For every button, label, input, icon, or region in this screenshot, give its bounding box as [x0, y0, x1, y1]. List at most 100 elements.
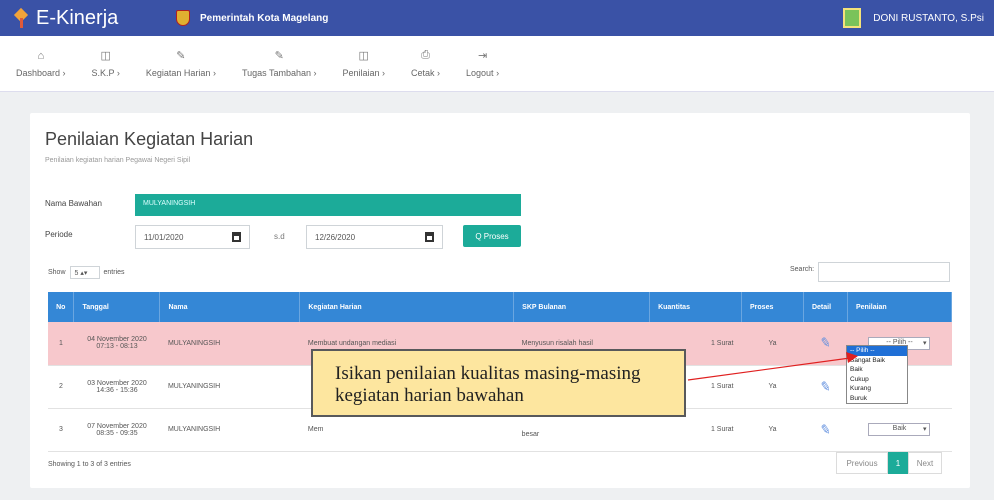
nav-logout[interactable]: ⇥ Logout [466, 36, 499, 91]
previous-button[interactable]: Previous [836, 452, 888, 474]
skp-text: Menyusun risalah hasil [521, 339, 593, 347]
cell-nama: MULYANINGSIH [159, 408, 300, 452]
entries-info: Showing 1 to 3 of 3 entries [48, 461, 131, 468]
cell-proses: Ya [741, 408, 804, 452]
logout-icon: ⇥ [477, 50, 488, 62]
entries-select[interactable]: 5 ▴▾ [69, 266, 100, 279]
calendar-icon[interactable] [232, 232, 241, 242]
nav-label: Tugas Tambahan [242, 68, 317, 78]
next-button[interactable]: Next [908, 452, 942, 474]
nav-penilaian[interactable]: ◫ Penilaian [342, 36, 385, 91]
tanggal-date: 03 November 2020 [87, 379, 147, 387]
user-name: DONI RUSTANTO, S.Psi [873, 12, 984, 24]
bawahan-label: Nama Bawahan [45, 199, 102, 208]
document-icon: ◫ [358, 50, 369, 62]
date-from-input[interactable]: 11/01/2020 [135, 225, 250, 249]
rating-option[interactable]: Cukup [847, 375, 907, 385]
cell-proses: Ya [741, 365, 804, 409]
rating-option[interactable]: -- Pilih -- [847, 346, 907, 356]
nav-cetak[interactable]: ⎙ Cetak [411, 36, 440, 91]
tanggal-time: 08:35 - 09:35 [96, 429, 138, 437]
city-crest-icon [176, 10, 190, 26]
nav-dashboard[interactable]: ⌂ Dashboard [16, 36, 66, 91]
bawahan-select[interactable]: MULYANINGSIH [135, 194, 521, 216]
instruction-callout: Isikan penilaian kualitas masing-masing … [311, 349, 686, 417]
nav-skp[interactable]: ◫ S.K.P [92, 36, 120, 91]
rating-option[interactable]: Buruk [847, 394, 907, 404]
col-header-no[interactable]: No [48, 292, 75, 322]
cell-no: 3 [48, 408, 74, 452]
nav-label: Logout [466, 68, 499, 78]
cell-no: 2 [48, 365, 74, 409]
col-header-penilaian[interactable]: Penilaian [847, 292, 953, 322]
cell-no: 1 [48, 322, 74, 366]
main-nav: ⌂ Dashboard ◫ S.K.P ✎ Kegiatan Harian ✎ … [0, 36, 994, 92]
search-label: Search: [790, 266, 815, 273]
cell-detail: ✎ [803, 408, 848, 452]
tanggal-time: 07:13 - 08:13 [96, 343, 138, 351]
edit-icon: ✎ [176, 50, 186, 62]
cell-proses: Ya [741, 322, 804, 366]
col-header-detail[interactable]: Detail [803, 292, 848, 322]
government-name: Pemerintah Kota Magelang [200, 12, 329, 24]
cell-nama: MULYANINGSIH [159, 365, 300, 409]
cell-detail: ✎ [803, 365, 848, 409]
date-range-separator: s.d [274, 232, 285, 241]
entries-label: entries [103, 269, 125, 276]
cell-tanggal: 04 November 2020 07:13 - 08:13 [73, 322, 160, 366]
app-name: E-Kinerja [36, 6, 119, 29]
page-title: Penilaian Kegiatan Harian [45, 129, 254, 149]
nav-label: S.K.P [92, 68, 120, 78]
user-menu[interactable]: DONI RUSTANTO, S.Psi [843, 8, 994, 28]
edit-detail-icon[interactable]: ✎ [819, 334, 832, 352]
edit-detail-icon[interactable]: ✎ [819, 378, 832, 396]
tanggal-date: 07 November 2020 [87, 422, 147, 430]
rating-option[interactable]: Sangat Baik [847, 356, 907, 366]
document-icon: ◫ [100, 50, 111, 62]
nav-label: Dashboard [16, 68, 66, 78]
date-to-input[interactable]: 12/26/2020 [306, 225, 443, 249]
government-header: Pemerintah Kota Magelang [176, 10, 328, 26]
search-input[interactable] [818, 262, 950, 282]
nav-label: Kegiatan Harian [146, 68, 216, 78]
avatar [843, 8, 862, 28]
rating-option[interactable]: Baik [847, 365, 907, 375]
rating-value: Baik [892, 425, 907, 432]
col-header-kegiatan[interactable]: Kegiatan Harian [299, 292, 515, 322]
proses-button[interactable]: Q Proses [463, 225, 521, 247]
app-brand[interactable]: E-Kinerja [0, 7, 160, 30]
page-1-button[interactable]: 1 [888, 452, 908, 474]
tanggal-time: 14:36 - 15:36 [96, 386, 138, 394]
col-header-nama[interactable]: Nama [159, 292, 301, 322]
date-to-value: 12/26/2020 [315, 233, 356, 242]
edit-icon: ✎ [274, 50, 284, 62]
rating-select[interactable]: Baik [868, 423, 931, 436]
cell-tanggal: 07 November 2020 08:35 - 09:35 [73, 408, 160, 452]
main-card: Penilaian Kegiatan Harian Penilaian kegi… [30, 113, 970, 488]
entries-value: 5 [74, 270, 79, 277]
col-header-kuantitas[interactable]: Kuantitas [649, 292, 743, 322]
cell-tanggal: 03 November 2020 14:36 - 15:36 [73, 365, 160, 409]
cell-nama: MULYANINGSIH [159, 322, 300, 366]
edit-detail-icon[interactable]: ✎ [819, 421, 832, 439]
col-header-proses[interactable]: Proses [741, 292, 804, 322]
nav-label: Cetak [411, 68, 440, 78]
cell-penilaian: Baik [847, 408, 952, 452]
show-entries: Show 5 ▴▾ entries [48, 266, 125, 279]
cell-detail: ✎ [803, 322, 848, 366]
home-icon: ⌂ [37, 49, 45, 62]
calendar-icon[interactable] [425, 232, 434, 242]
nav-tugas-tambahan[interactable]: ✎ Tugas Tambahan [242, 36, 317, 91]
skp-text-2: besar [521, 431, 540, 438]
col-header-skp[interactable]: SKP Bulanan [513, 292, 651, 322]
tanggal-date: 04 November 2020 [87, 336, 147, 344]
col-header-tanggal[interactable]: Tanggal [73, 292, 161, 322]
page-subtitle: Penilaian kegiatan harian Pegawai Negeri… [45, 157, 191, 164]
periode-label: Periode [45, 230, 73, 239]
table-header-row: No Tanggal Nama Kegiatan Harian SKP Bula… [48, 292, 953, 322]
rating-dropdown-list: -- Pilih -- Sangat Baik Baik Cukup Kuran… [846, 345, 908, 404]
top-bar: E-Kinerja Pemerintah Kota Magelang DONI … [0, 0, 994, 36]
rating-option[interactable]: Kurang [847, 384, 907, 394]
nav-kegiatan-harian[interactable]: ✎ Kegiatan Harian [146, 36, 216, 91]
app-logo-icon [14, 8, 30, 28]
